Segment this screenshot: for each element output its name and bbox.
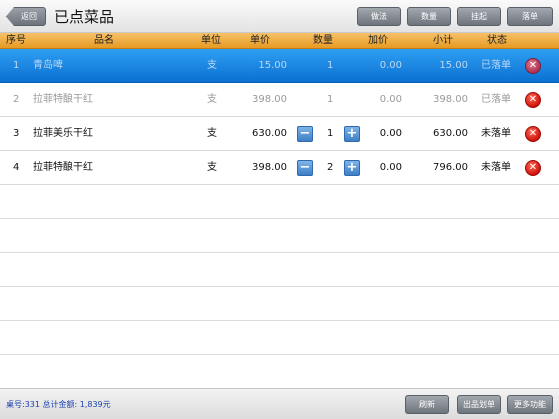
header-price: 单价 [250, 35, 270, 46]
empty-row [0, 253, 559, 287]
row-price: 630.00 [252, 128, 287, 139]
row-seq: 4 [13, 162, 20, 173]
row-name: 拉菲特酿干红 [33, 162, 93, 173]
row-extra: 0.00 [379, 128, 402, 139]
row-extra: 0.00 [379, 60, 402, 71]
decrease-qty-button[interactable]: − [297, 160, 313, 176]
row-unit: 支 [207, 60, 217, 71]
row-price: 15.00 [258, 60, 287, 71]
table-row[interactable]: 4 拉菲特酿干红 支 398.00 − 2 + 0.00 796.00 未落单 … [0, 151, 559, 185]
delete-icon[interactable]: ✕ [525, 126, 541, 142]
row-price: 398.00 [252, 162, 287, 173]
header-seq: 序号 [6, 35, 26, 46]
quantity-button[interactable]: 数量 [407, 7, 451, 26]
decrease-qty-button[interactable]: − [297, 126, 313, 142]
empty-row [0, 185, 559, 219]
bottom-toolbar: 桌号:331 总计金额: 1,839元 刷新 出品划单 更多功能 [0, 388, 559, 419]
header-status: 状态 [487, 35, 507, 46]
row-price: 398.00 [252, 94, 287, 105]
empty-row [0, 355, 559, 389]
row-subtotal: 796.00 [433, 162, 468, 173]
place-order-button[interactable]: 落单 [507, 7, 553, 26]
row-status: 已落单 [481, 60, 511, 71]
table-header: 序号 品名 单位 单价 数量 加价 小计 状态 [0, 33, 559, 49]
row-seq: 3 [13, 128, 20, 139]
row-subtotal: 630.00 [433, 128, 468, 139]
header-name: 品名 [94, 35, 114, 46]
row-extra: 0.00 [379, 162, 402, 173]
header-qty: 数量 [313, 35, 333, 46]
hold-button[interactable]: 挂起 [457, 7, 501, 26]
row-status: 已落单 [481, 94, 511, 105]
delete-icon[interactable]: ✕ [525, 92, 541, 108]
row-name: 青岛啤 [33, 60, 63, 71]
table-row[interactable]: 1 青岛啤 支 15.00 1 0.00 15.00 已落单 ✕ [0, 49, 559, 83]
row-name: 拉菲特酿干红 [33, 94, 93, 105]
row-subtotal: 398.00 [433, 94, 468, 105]
row-unit: 支 [207, 94, 217, 105]
row-extra: 0.00 [379, 94, 402, 105]
order-summary: 桌号:331 总计金额: 1,839元 [6, 400, 111, 409]
row-qty: 1 [327, 60, 334, 71]
header-unit: 单位 [201, 35, 221, 46]
row-name: 拉菲美乐干红 [33, 128, 93, 139]
more-functions-button[interactable]: 更多功能 [507, 395, 553, 414]
increase-qty-button[interactable]: + [344, 160, 360, 176]
row-unit: 支 [207, 162, 217, 173]
row-status: 未落单 [481, 128, 511, 139]
refresh-button[interactable]: 刷新 [405, 395, 449, 414]
row-subtotal: 15.00 [439, 60, 468, 71]
row-qty: 1 [327, 128, 334, 139]
dish-served-button[interactable]: 出品划单 [457, 395, 501, 414]
row-qty: 2 [327, 162, 334, 173]
row-status: 未落单 [481, 162, 511, 173]
empty-row [0, 321, 559, 355]
row-qty: 1 [327, 94, 334, 105]
back-button[interactable]: 返回 [6, 7, 46, 26]
row-seq: 2 [13, 94, 20, 105]
header-extra: 加价 [368, 35, 388, 46]
empty-row [0, 287, 559, 321]
row-seq: 1 [13, 60, 20, 71]
table-row[interactable]: 3 拉菲美乐干红 支 630.00 − 1 + 0.00 630.00 未落单 … [0, 117, 559, 151]
delete-icon[interactable]: ✕ [525, 160, 541, 176]
empty-row [0, 219, 559, 253]
delete-icon[interactable]: ✕ [525, 58, 541, 74]
table-row[interactable]: 2 拉菲特酿干红 支 398.00 1 0.00 398.00 已落单 ✕ [0, 83, 559, 117]
cooking-method-button[interactable]: 做法 [357, 7, 401, 26]
page-title: 已点菜品 [54, 8, 115, 26]
row-unit: 支 [207, 128, 217, 139]
top-toolbar: 返回 已点菜品 做法 数量 挂起 落单 [0, 0, 559, 33]
increase-qty-button[interactable]: + [344, 126, 360, 142]
header-subtotal: 小计 [433, 35, 453, 46]
